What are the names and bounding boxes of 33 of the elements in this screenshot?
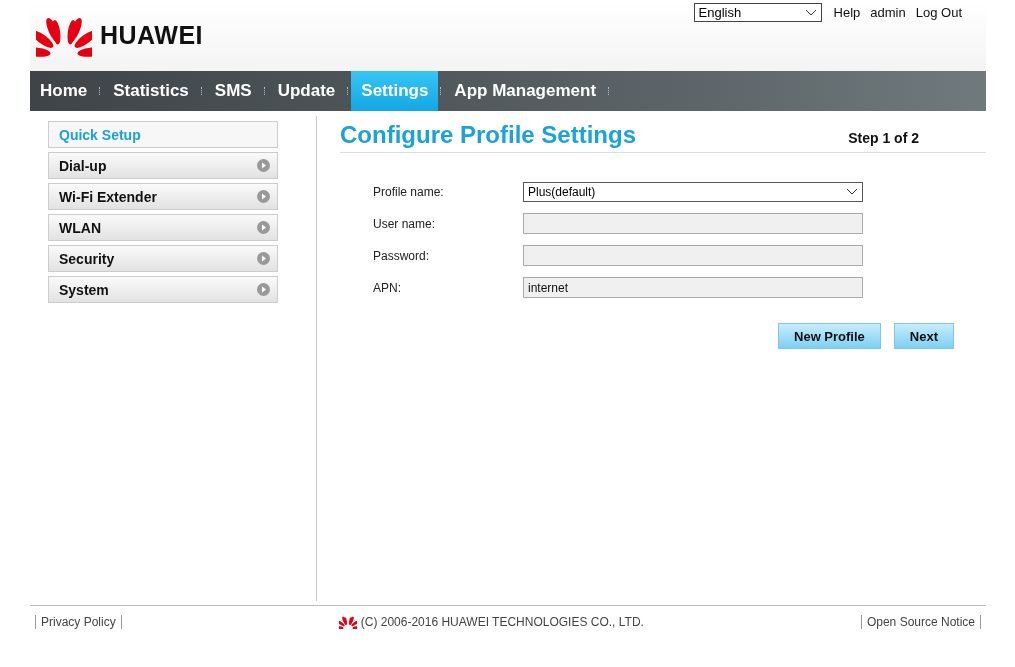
step-indicator: Step 1 of 2: [848, 130, 919, 146]
header-link[interactable]: Help: [833, 3, 861, 20]
sidebar-item[interactable]: System: [48, 276, 278, 303]
copyright-text: (C) 2006-2016 HUAWEI TECHNOLOGIES CO., LTD.: [360, 615, 644, 630]
nav-tab[interactable]: SMS: [204, 71, 262, 111]
brand-name: HUAWEI: [100, 20, 203, 50]
field-label: User name:: [373, 216, 437, 231]
nav-tab[interactable]: Home: [30, 71, 98, 111]
field-label: Password:: [373, 248, 431, 263]
nav-tab[interactable]: Update: [267, 71, 346, 111]
field-label: APN:: [373, 280, 402, 295]
chevron-icon: [804, 8, 817, 17]
header-link[interactable]: Log Out: [915, 3, 962, 20]
logo-icon: [338, 615, 357, 630]
sidebar-item[interactable]: Security: [48, 245, 278, 272]
form-button[interactable]: Next: [893, 323, 954, 349]
field-label: Profile name:: [373, 185, 445, 199]
header-link[interactable]: admin: [870, 3, 906, 20]
chevron-icon: [846, 188, 858, 196]
sidebar-item[interactable]: Dial-up: [48, 152, 278, 179]
sidebar-item[interactable]: WLAN: [48, 214, 278, 241]
nav-tab[interactable]: Statistics: [103, 71, 199, 111]
input-field[interactable]: [523, 213, 863, 234]
form-button[interactable]: New Profile: [778, 323, 881, 349]
footer-link[interactable]: Privacy Policy: [35, 615, 122, 629]
sidebar-item[interactable]: Wi-Fi Extender: [48, 183, 278, 210]
language-select[interactable]: English: [693, 3, 822, 22]
input-field[interactable]: [523, 245, 863, 266]
profile-select[interactable]: Plus(default): [523, 182, 863, 202]
input-field[interactable]: internet: [523, 277, 863, 298]
nav-tab[interactable]: App Management: [444, 71, 607, 111]
footer-link[interactable]: Open Source Notice: [860, 615, 981, 629]
page-title: Configure Profile Settings: [340, 121, 636, 149]
